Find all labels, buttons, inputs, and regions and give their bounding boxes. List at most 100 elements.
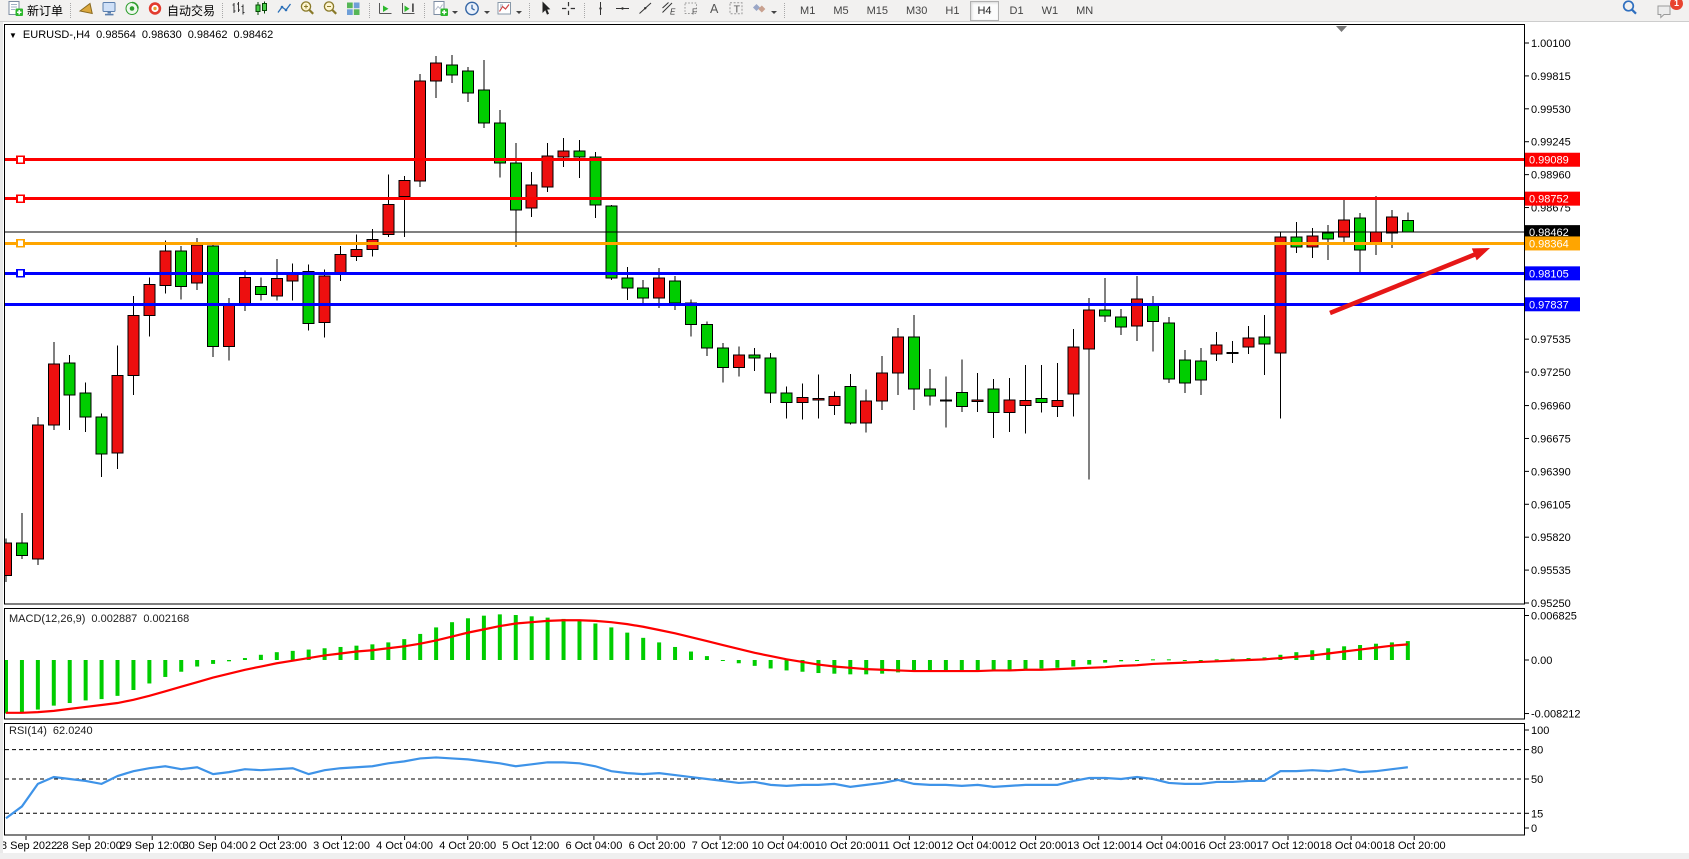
tile-windows-button[interactable]: [342, 1, 365, 21]
svg-text:0.99245: 0.99245: [1531, 137, 1571, 149]
svg-text:4 Oct 20:00: 4 Oct 20:00: [439, 840, 496, 852]
toolbar-separator: [222, 3, 223, 18]
timeframe-MN[interactable]: MN: [1069, 1, 1100, 21]
svg-text:4 Oct 04:00: 4 Oct 04:00: [376, 840, 433, 852]
timeframe-M5[interactable]: M5: [826, 1, 855, 21]
auto-trading-button[interactable]: 自动交易: [144, 1, 218, 21]
svg-text:5 Oct 12:00: 5 Oct 12:00: [502, 840, 559, 852]
timeframe-W1[interactable]: W1: [1035, 1, 1066, 21]
macd-main-value: 0.002887: [91, 613, 137, 625]
svg-text:0.98364: 0.98364: [1529, 238, 1569, 250]
chart-low-value: 0.98462: [188, 29, 228, 41]
terminal-icon: [101, 0, 118, 22]
shapes-icon: [751, 0, 768, 22]
period-icon: [464, 0, 481, 22]
chart-high-value: 0.98630: [142, 29, 182, 41]
timeframe-H1[interactable]: H1: [938, 1, 966, 21]
zoom-in-button[interactable]: [296, 1, 319, 21]
fibonacci-button[interactable]: E: [657, 1, 680, 21]
candle-chart-button[interactable]: [250, 1, 273, 21]
announce-button[interactable]: [75, 1, 98, 21]
line-chart-button[interactable]: [273, 1, 296, 21]
trendline-button[interactable]: [634, 1, 657, 21]
chevron-down-icon: [516, 11, 522, 17]
svg-text:0.96960: 0.96960: [1531, 401, 1571, 413]
svg-text:0.99815: 0.99815: [1531, 71, 1571, 83]
svg-text:0.96105: 0.96105: [1531, 499, 1571, 511]
macd-axis: 0.0068250.00-0.008212: [1525, 611, 1581, 721]
svg-text:0.97535: 0.97535: [1531, 334, 1571, 346]
timeframe-M1[interactable]: M1: [793, 1, 822, 21]
label-button[interactable]: T: [725, 1, 748, 21]
svg-text:0.006825: 0.006825: [1531, 611, 1577, 623]
auto-scroll-button[interactable]: [374, 1, 397, 21]
radar-button[interactable]: [121, 1, 144, 21]
rsi-axis: 1008050150: [1525, 725, 1549, 835]
search-button[interactable]: [1618, 1, 1642, 21]
chart-header: ▼ EURUSD-,H4 0.98564 0.98630 0.98462 0.9…: [9, 29, 273, 41]
terminal-button[interactable]: [98, 1, 121, 21]
svg-text:12 Oct 20:00: 12 Oct 20:00: [1004, 840, 1067, 852]
price-axis: 1.001000.998150.995300.992450.989600.986…: [1525, 38, 1580, 610]
timeframe-D1[interactable]: D1: [1003, 1, 1031, 21]
symbol-dropdown-icon[interactable]: ▼: [9, 31, 17, 40]
period-button[interactable]: [461, 1, 493, 21]
vertical-line-button[interactable]: [589, 1, 611, 21]
horizontal-line-button[interactable]: [611, 1, 634, 21]
window-bottom-edge: [0, 853, 1689, 859]
timeframe-M15[interactable]: M15: [860, 1, 895, 21]
price-chart[interactable]: 1.001000.998150.995300.992450.989600.986…: [0, 22, 1689, 859]
bar-chart-button[interactable]: [227, 1, 250, 21]
panel-borders: [5, 25, 1525, 836]
chevron-down-icon: [771, 11, 777, 17]
notifications-button[interactable]: 1: [1652, 1, 1677, 21]
svg-text:2 Oct 23:00: 2 Oct 23:00: [250, 840, 307, 852]
toolbar-separator: [784, 3, 785, 18]
timeframe-H4[interactable]: H4: [970, 1, 998, 21]
bar-chart-icon: [230, 0, 247, 22]
svg-text:0.96390: 0.96390: [1531, 466, 1571, 478]
text-button[interactable]: A: [703, 1, 725, 21]
toolbar-separator: [70, 3, 71, 18]
cursor-button[interactable]: [534, 1, 557, 21]
new-order-button[interactable]: 新订单: [4, 1, 66, 21]
svg-text:28 Sep 20:00: 28 Sep 20:00: [56, 840, 121, 852]
toolbar-separator: [584, 3, 585, 18]
crosshair-icon: [560, 0, 577, 22]
new-chart-button[interactable]: [429, 1, 461, 21]
template-button[interactable]: [493, 1, 525, 21]
grid-icon: F: [683, 0, 700, 22]
rsi-layer: [5, 750, 1524, 819]
svg-text:100: 100: [1531, 725, 1549, 737]
line-handle[interactable]: [17, 270, 24, 277]
chart-shift-button[interactable]: [397, 1, 420, 21]
chart-close-value: 0.98462: [233, 29, 273, 41]
line-handle[interactable]: [17, 156, 24, 163]
svg-text:18 Oct 04:00: 18 Oct 04:00: [1320, 840, 1383, 852]
macd-signal-value: 0.002168: [143, 613, 189, 625]
toolbar-separator: [424, 3, 425, 18]
zoom-out-button[interactable]: [319, 1, 342, 21]
chart-window: 1.001000.998150.995300.992450.989600.986…: [0, 22, 1689, 859]
crosshair-button[interactable]: [557, 1, 580, 21]
svg-text:17 Oct 12:00: 17 Oct 12:00: [1257, 840, 1320, 852]
rsi-name: RSI(14): [9, 725, 47, 737]
svg-text:6 Oct 20:00: 6 Oct 20:00: [629, 840, 686, 852]
svg-text:0.98960: 0.98960: [1531, 170, 1571, 182]
svg-text:18 Oct 20:00: 18 Oct 20:00: [1383, 840, 1446, 852]
grid-button[interactable]: F: [680, 1, 703, 21]
trendline-icon: [637, 0, 654, 22]
toolbar-separator: [529, 3, 530, 18]
timeframe-M30[interactable]: M30: [899, 1, 934, 21]
svg-text:7 Oct 12:00: 7 Oct 12:00: [692, 840, 749, 852]
new-order-label: 新订单: [27, 1, 63, 21]
line-handle[interactable]: [17, 195, 24, 202]
svg-text:29 Sep 12:00: 29 Sep 12:00: [119, 840, 184, 852]
shapes-button[interactable]: [748, 1, 780, 21]
radar-icon: [124, 0, 141, 22]
svg-text:0.97837: 0.97837: [1529, 299, 1569, 311]
line-handle[interactable]: [17, 240, 24, 247]
svg-text:0.96675: 0.96675: [1531, 433, 1571, 445]
svg-text:-0.008212: -0.008212: [1531, 709, 1581, 721]
chart-shift-marker[interactable]: [1336, 26, 1347, 32]
